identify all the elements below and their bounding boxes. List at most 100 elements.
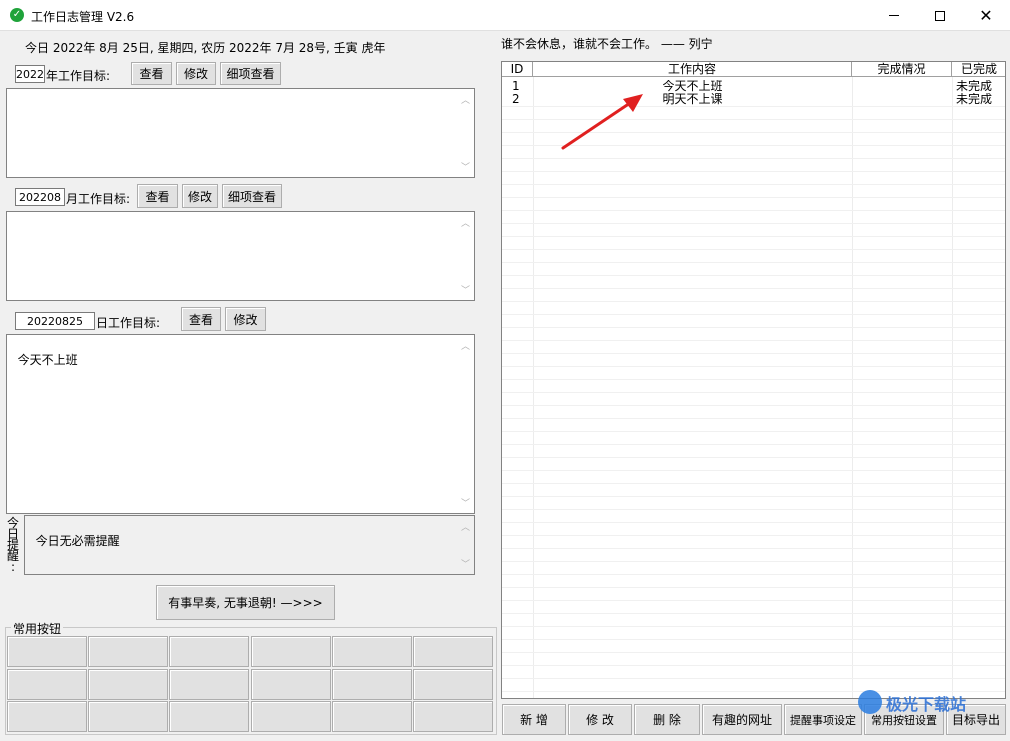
close-icon: ✕ xyxy=(979,5,993,25)
add-button[interactable]: 新 增 xyxy=(502,704,566,735)
grid-line xyxy=(502,210,1005,211)
common-button-slot[interactable] xyxy=(169,636,250,667)
column-header-done[interactable]: 已完成 xyxy=(952,62,1005,77)
grid-line xyxy=(502,158,1005,159)
grid-line xyxy=(502,665,1005,666)
work-list-header: ID 工作内容 完成情况 已完成 xyxy=(502,62,1005,77)
month-edit-button[interactable]: 修改 xyxy=(182,184,218,208)
common-buttons-grid xyxy=(7,636,495,734)
day-goal-textarea[interactable]: 今天不上班 ︿ ﹀ xyxy=(6,334,475,514)
delete-button[interactable]: 删 除 xyxy=(634,704,700,735)
month-view-button[interactable]: 查看 xyxy=(137,184,178,208)
work-list[interactable]: ID 工作内容 完成情况 已完成 1 今天不上班 未完成 2 明天不上课 未完成 xyxy=(501,61,1006,699)
grid-line xyxy=(502,327,1005,328)
quote-text: 谁不会休息，谁就不会工作。 —— 列宁 xyxy=(501,37,713,51)
scroll-up-icon[interactable]: ︿ xyxy=(461,216,470,229)
maximize-button[interactable] xyxy=(917,0,963,31)
watermark-logo-icon xyxy=(858,690,882,714)
scroll-up-icon[interactable]: ︿ xyxy=(461,93,470,106)
day-input[interactable]: 20220825 xyxy=(15,312,95,330)
common-button-slot[interactable] xyxy=(7,668,87,700)
month-goal-label: 月工作目标: xyxy=(66,192,131,206)
minimize-button[interactable] xyxy=(871,0,917,31)
reminder-text: 今日无必需提醒 xyxy=(35,534,120,548)
row-id: 1 xyxy=(512,80,520,93)
day-scrollbar[interactable]: ︿ ﹀ xyxy=(457,335,474,513)
reminder-settings-button[interactable]: 提醒事项设定 xyxy=(784,704,862,735)
check-circle-icon: ✓ xyxy=(10,8,24,22)
year-goal-textarea[interactable]: ︿ ﹀ xyxy=(6,88,475,178)
row-status xyxy=(852,80,952,93)
grid-line xyxy=(502,249,1005,250)
common-button-slot[interactable] xyxy=(169,668,250,700)
column-header-status[interactable]: 完成情况 xyxy=(852,62,952,77)
grid-line xyxy=(502,379,1005,380)
reminder-scrollbar[interactable]: ︿ ﹀ xyxy=(457,516,474,574)
grid-line xyxy=(502,483,1005,484)
day-edit-button[interactable]: 修改 xyxy=(225,307,266,331)
reminder-textarea[interactable]: 今日无必需提醒 ︿ ﹀ xyxy=(24,515,475,575)
grid-line xyxy=(502,418,1005,419)
grid-line xyxy=(502,197,1005,198)
day-view-button[interactable]: 查看 xyxy=(181,307,221,331)
common-button-slot[interactable] xyxy=(169,701,250,732)
month-detail-button[interactable]: 细项查看 xyxy=(222,184,282,208)
common-button-slot[interactable] xyxy=(331,668,412,700)
scroll-down-icon[interactable]: ﹀ xyxy=(461,283,470,296)
month-scrollbar[interactable]: ︿ ﹀ xyxy=(457,212,474,300)
grid-line xyxy=(502,496,1005,497)
fun-sites-button[interactable]: 有趣的网址 xyxy=(702,704,782,735)
grid-line xyxy=(502,236,1005,237)
close-button[interactable]: ✕ xyxy=(963,0,1009,31)
month-goal-textarea[interactable]: ︿ ﹀ xyxy=(6,211,475,301)
common-button-slot[interactable] xyxy=(413,668,493,700)
grid-line xyxy=(502,223,1005,224)
common-button-slot[interactable] xyxy=(413,701,493,732)
grid-line xyxy=(502,574,1005,575)
year-scrollbar[interactable]: ︿ ﹀ xyxy=(457,89,474,177)
common-button-slot[interactable] xyxy=(88,701,169,732)
scroll-up-icon[interactable]: ︿ xyxy=(461,339,470,352)
common-button-slot[interactable] xyxy=(88,668,169,700)
common-button-slot[interactable] xyxy=(413,636,493,667)
year-input[interactable]: 2022 xyxy=(15,65,45,83)
common-button-slot[interactable] xyxy=(7,701,87,732)
scroll-down-icon[interactable]: ﹀ xyxy=(461,160,470,173)
year-view-button[interactable]: 查看 xyxy=(131,62,172,85)
grid-line xyxy=(502,509,1005,510)
common-button-slot[interactable] xyxy=(331,636,412,667)
scroll-down-icon[interactable]: ﹀ xyxy=(461,496,470,509)
scroll-up-icon[interactable]: ︿ xyxy=(461,520,470,533)
watermark-text: 极光下载站 xyxy=(886,695,967,714)
grid-line xyxy=(502,405,1005,406)
grid-line xyxy=(502,678,1005,679)
red-arrow-annotation xyxy=(561,94,643,150)
column-header-id[interactable]: ID xyxy=(502,62,533,77)
date-line: 今日 2022年 8月 25日, 星期四, 农历 2022年 7月 28号, 壬… xyxy=(25,41,386,55)
grid-line xyxy=(502,171,1005,172)
year-detail-button[interactable]: 细项查看 xyxy=(220,62,281,85)
motto-button[interactable]: 有事早奏, 无事退朝! —>>> xyxy=(156,585,335,620)
common-button-slot[interactable] xyxy=(250,636,331,667)
grid-line xyxy=(502,587,1005,588)
watermark: 极光下载站 xyxy=(858,690,1008,716)
reminder-label-char: : xyxy=(10,560,16,574)
common-button-slot[interactable] xyxy=(250,668,331,700)
grid-line xyxy=(502,522,1005,523)
common-button-slot[interactable] xyxy=(250,701,331,732)
common-button-slot[interactable] xyxy=(88,636,169,667)
common-button-slot[interactable] xyxy=(7,636,87,667)
grid-line xyxy=(502,340,1005,341)
month-input[interactable]: 202208 xyxy=(15,188,65,206)
common-button-slot[interactable] xyxy=(331,701,412,732)
modify-button[interactable]: 修 改 xyxy=(568,704,632,735)
minimize-icon xyxy=(889,15,899,16)
maximize-icon xyxy=(935,10,945,21)
row-status xyxy=(852,93,952,106)
grid-line xyxy=(502,301,1005,302)
year-edit-button[interactable]: 修改 xyxy=(176,62,216,85)
column-header-content[interactable]: 工作内容 xyxy=(533,62,852,77)
grid-line xyxy=(502,561,1005,562)
scroll-down-icon[interactable]: ﹀ xyxy=(461,557,470,570)
grid-line xyxy=(502,184,1005,185)
